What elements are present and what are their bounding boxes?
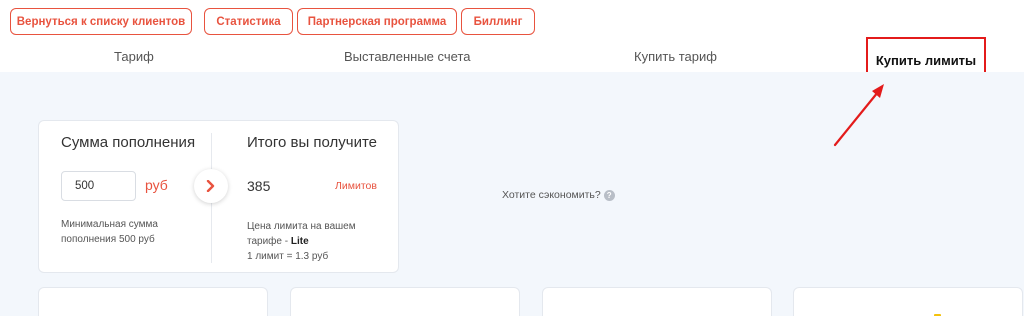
- partner-program-button[interactable]: Партнерская программа: [297, 8, 457, 35]
- tab-invoices[interactable]: Выставленные счета: [344, 49, 470, 64]
- billing-tabs: Тариф Выставленные счета Купить тариф Ку…: [0, 37, 1024, 83]
- result-heading: Итого вы получите: [247, 134, 378, 151]
- back-to-clients-button[interactable]: Вернуться к списку клиентов: [10, 8, 192, 35]
- price-note: Цена лимита на вашем тарифе - Lite 1 лим…: [247, 219, 387, 264]
- tab-buy-tariff[interactable]: Купить тариф: [634, 49, 717, 64]
- price-note-rate: 1 лимит = 1.3 руб: [247, 251, 329, 262]
- tab-tariff[interactable]: Тариф: [114, 49, 154, 64]
- limits-panel: Сумма пополнения Итого вы получите руб 3…: [0, 72, 1024, 316]
- min-topup-note: Минимальная сумма пополнения 500 руб: [61, 219, 158, 245]
- tariff-name: Lite: [290, 236, 309, 247]
- result-value: 385: [247, 178, 271, 194]
- save-hint[interactable]: Хотите сэкономить? ?: [502, 189, 615, 201]
- save-text: Хотите сэкономить?: [502, 189, 601, 201]
- amount-heading: Сумма пополнения: [61, 134, 196, 151]
- result-unit: Лимитов: [335, 180, 377, 192]
- statistics-button[interactable]: Статистика: [204, 8, 293, 35]
- question-icon[interactable]: ?: [603, 189, 615, 201]
- package-card-1[interactable]: [38, 287, 268, 316]
- top-navigation: Вернуться к списку клиентов Статистика П…: [10, 8, 535, 35]
- currency-label: руб: [145, 177, 168, 193]
- amount-input[interactable]: [61, 171, 136, 201]
- chevron-right-icon[interactable]: [194, 169, 228, 203]
- package-card-2[interactable]: [290, 287, 520, 316]
- package-card-3[interactable]: [542, 287, 772, 316]
- topup-card: Сумма пополнения Итого вы получите руб 3…: [38, 120, 399, 273]
- billing-button[interactable]: Биллинг: [461, 8, 535, 35]
- package-card-4[interactable]: [793, 287, 1023, 316]
